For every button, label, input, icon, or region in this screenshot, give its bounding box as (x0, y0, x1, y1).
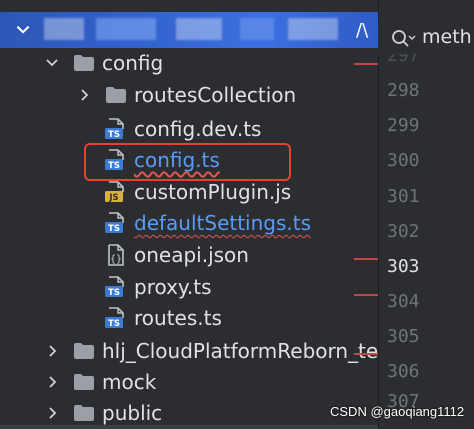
tree-item-oneapi-json[interactable]: {} oneapi.json (0, 240, 378, 271)
tree-item-hlj-cloudplatformreborn-te[interactable]: hlj_CloudPlatformReborn_te (0, 336, 378, 367)
folder-icon (74, 55, 94, 71)
svg-text:JS: JS (108, 193, 118, 203)
horizontal-scrollbar[interactable] (0, 425, 378, 429)
search-field[interactable]: meth (378, 22, 474, 54)
blurred-name (176, 18, 222, 40)
line-number: 300 (387, 150, 420, 171)
svg-text:TS: TS (108, 224, 120, 234)
tree-item-label: config.dev.ts (134, 117, 262, 141)
tree-item-label: routes.ts (134, 306, 222, 330)
chevron-down-icon[interactable] (44, 55, 60, 71)
chevron-right-icon[interactable] (44, 374, 60, 390)
editor-gutter: 297 298 299 300 301 302 303 304 305 306 307 (378, 0, 474, 429)
tree-item-defaultsettings-ts[interactable]: TS defaultSettings.ts (0, 208, 378, 239)
project-root-row[interactable]: /\ (0, 12, 378, 48)
tree-item-config[interactable]: config (0, 48, 378, 79)
tree-item-config-dev-ts[interactable]: TS config.dev.ts (0, 114, 378, 145)
line-number: 301 (387, 186, 420, 207)
ts-file-icon: TS (105, 118, 124, 140)
tree-item-label: customPlugin.js (134, 180, 292, 204)
blurred-name (288, 18, 338, 40)
line-number: 303 (387, 256, 420, 277)
chevron-right-icon[interactable] (44, 405, 60, 421)
blurred-name (96, 18, 156, 40)
folder-icon (74, 374, 94, 390)
tree-item-mock[interactable]: mock (0, 367, 378, 398)
svg-text:TS: TS (108, 130, 120, 140)
line-number: 298 (387, 80, 420, 101)
tree-item-label: public (102, 401, 163, 425)
blurred-name (240, 18, 274, 40)
json-file-icon: {} (108, 244, 124, 266)
tree-item-label: config (102, 51, 164, 75)
root-path-trailing: /\ (356, 20, 369, 41)
blurred-name (44, 18, 84, 40)
error-marker (354, 63, 378, 65)
line-number: 302 (387, 221, 420, 242)
folder-icon (106, 87, 126, 103)
error-marker (354, 353, 378, 355)
ts-file-icon: TS (105, 276, 124, 298)
ts-file-icon: TS (105, 212, 124, 234)
chevron-down-icon[interactable] (14, 21, 32, 39)
top-strip (0, 0, 378, 12)
watermark: CSDN @gaoqiang1112 (330, 404, 465, 419)
error-marker (354, 258, 378, 260)
js-file-icon: JS (105, 181, 124, 203)
svg-text:TS: TS (108, 288, 120, 298)
chevron-right-icon[interactable] (76, 87, 92, 103)
tree-item-customplugin-js[interactable]: JS customPlugin.js (0, 177, 378, 208)
tree-item-routes-ts[interactable]: TS routes.ts (0, 303, 378, 334)
tree-item-label: mock (102, 370, 157, 394)
svg-text:TS: TS (108, 319, 120, 329)
error-marker (354, 294, 378, 296)
tree-item-label: routesCollection (134, 83, 297, 107)
line-number: 304 (387, 291, 420, 312)
project-tree-panel: /\ config routesCollection TS config.dev.ts… (0, 0, 378, 429)
line-number: 306 (387, 361, 420, 382)
line-number: 305 (387, 326, 420, 347)
tree-item-label: hlj_CloudPlatformReborn_te (102, 339, 378, 363)
tree-item-label: defaultSettings.ts (134, 211, 312, 235)
svg-text:{}: {} (110, 254, 122, 265)
chevron-right-icon[interactable] (44, 343, 60, 359)
line-number: 299 (387, 115, 420, 136)
search-text: meth (422, 26, 472, 48)
tree-item-routescollection[interactable]: routesCollection (0, 80, 378, 111)
tree-item-label: oneapi.json (134, 243, 249, 267)
tree-item-label: proxy.ts (134, 275, 212, 299)
tree-item-proxy-ts[interactable]: TS proxy.ts (0, 272, 378, 303)
folder-icon (74, 343, 94, 359)
search-icon (392, 30, 416, 47)
ts-file-icon: TS (105, 307, 124, 329)
config-ts-highlight-box (84, 143, 291, 181)
folder-icon (74, 405, 94, 421)
